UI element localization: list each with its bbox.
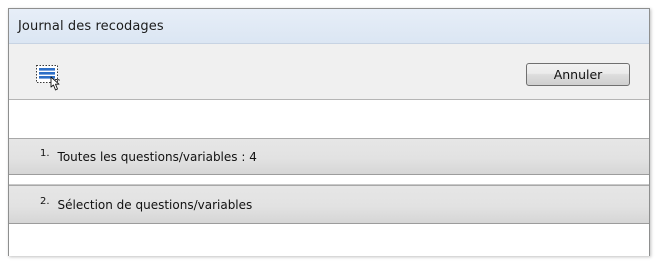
empty-area xyxy=(9,229,649,256)
window-title: Journal des recodages xyxy=(18,18,164,34)
item-number: 1. xyxy=(40,148,50,159)
item-number: 2. xyxy=(40,196,50,207)
divider xyxy=(9,175,649,185)
title-bar: Journal des recodages xyxy=(9,9,649,44)
list-item[interactable]: 2. Sélection de questions/variables xyxy=(9,185,649,224)
spacer-area xyxy=(9,100,649,138)
item-label: Sélection de questions/variables xyxy=(57,197,253,212)
cancel-button[interactable]: Annuler xyxy=(526,63,630,86)
toolbar: Annuler xyxy=(9,44,649,100)
list-item[interactable]: 1. Toutes les questions/variables : 4 xyxy=(9,138,649,175)
item-label: Toutes les questions/variables : 4 xyxy=(57,149,257,164)
recode-log-window: Journal des recodages Annuler 1. Toutes … xyxy=(8,8,650,256)
select-list-pointer-icon[interactable] xyxy=(36,65,66,91)
